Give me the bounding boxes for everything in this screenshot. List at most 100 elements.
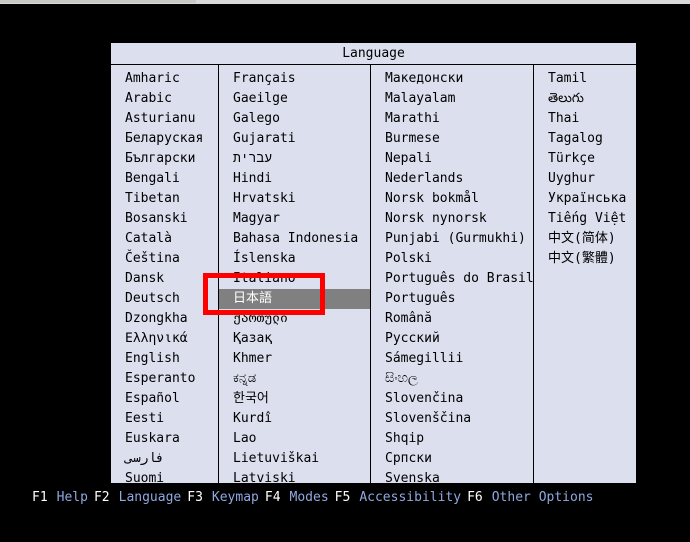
language-item[interactable]: Latviski: [219, 469, 370, 483]
language-item[interactable]: Suomi: [111, 469, 218, 483]
language-item[interactable]: Ελληνικά: [111, 329, 218, 349]
language-column-3[interactable]: Македонски Malayalam Marathi Burmese Nepali N…: [370, 65, 533, 483]
function-key-f6[interactable]: F6 Other Options: [467, 488, 593, 508]
language-item[interactable]: Tiếng Việt: [534, 209, 636, 229]
language-item[interactable]: 中文(简体): [534, 229, 636, 249]
language-item[interactable]: Norsk bokmål: [371, 189, 533, 209]
language-item[interactable]: Português: [371, 289, 533, 309]
function-key-f2[interactable]: F2 Language: [94, 488, 181, 508]
language-item[interactable]: Tibetan: [111, 189, 218, 209]
function-key-name: F1: [32, 490, 48, 505]
language-item[interactable]: Norsk nynorsk: [371, 209, 533, 229]
language-item[interactable]: Dansk: [111, 269, 218, 289]
language-item[interactable]: Nederlands: [371, 169, 533, 189]
language-item[interactable]: Polski: [371, 249, 533, 269]
function-key-label: Modes: [289, 490, 329, 505]
language-item[interactable]: English: [111, 349, 218, 369]
language-item[interactable]: Deutsch: [111, 289, 218, 309]
language-item[interactable]: Español: [111, 389, 218, 409]
function-key-f5[interactable]: F5 Accessibility: [335, 488, 461, 508]
function-key-name: F6: [467, 490, 483, 505]
function-key-label: Language: [118, 490, 182, 505]
function-key-f1[interactable]: F1 Help: [32, 488, 88, 508]
function-key-name: F3: [187, 490, 203, 505]
language-selection-dialog: Language Amharic Arabic Asturianu Беларуска…: [110, 42, 637, 484]
function-key-f3[interactable]: F3 Keymap: [187, 488, 259, 508]
language-item[interactable]: Khmer: [219, 349, 370, 369]
language-item[interactable]: Қазақ: [219, 329, 370, 349]
function-key-f4[interactable]: F4 Modes: [265, 488, 329, 508]
language-item[interactable]: Беларуская: [111, 129, 218, 149]
language-item[interactable]: Burmese: [371, 129, 533, 149]
language-item[interactable]: Uyghur: [534, 169, 636, 189]
language-columns: Amharic Arabic Asturianu Беларуская Българск…: [111, 65, 636, 483]
top-screen-edge-strip-left: [0, 0, 196, 3]
language-item[interactable]: Македонски: [371, 69, 533, 89]
boot-menu-screen: Language Amharic Arabic Asturianu Беларуска…: [0, 4, 690, 542]
language-item[interactable]: ಕನ್ನಡ: [219, 369, 370, 389]
language-item[interactable]: Gujarati: [219, 129, 370, 149]
language-item[interactable]: Tagalog: [534, 129, 636, 149]
language-item[interactable]: Hindi: [219, 169, 370, 189]
language-item[interactable]: Shqip: [371, 429, 533, 449]
language-item[interactable]: Hrvatski: [219, 189, 370, 209]
function-key-bar: F1 Help F2 Language F3 Keymap F4 Modes F5 Accessi…: [0, 488, 690, 508]
language-item[interactable]: Türkçe: [534, 149, 636, 169]
function-key-name: F2: [93, 490, 110, 505]
language-item[interactable]: Русский: [371, 329, 533, 349]
language-item[interactable]: Lietuviškai: [219, 449, 370, 469]
language-item[interactable]: Slovenčina: [371, 389, 533, 409]
language-item[interactable]: ქართული: [219, 309, 370, 329]
language-item[interactable]: Gaeilge: [219, 89, 370, 109]
language-item[interactable]: Kurdî: [219, 409, 370, 429]
language-column-2[interactable]: Français Gaeilge Galego Gujarati עברית Hindi H…: [218, 65, 370, 483]
language-item[interactable]: Italiano: [219, 269, 370, 289]
language-item[interactable]: Thai: [534, 109, 636, 129]
language-item[interactable]: Українська: [534, 189, 636, 209]
language-item[interactable]: Slovenščina: [371, 409, 533, 429]
language-item[interactable]: Bosanski: [111, 209, 218, 229]
language-item[interactable]: Svenska: [371, 469, 533, 483]
language-item[interactable]: Bengali: [111, 169, 218, 189]
language-item[interactable]: Nepali: [371, 149, 533, 169]
language-item[interactable]: Malayalam: [371, 89, 533, 109]
language-item[interactable]: فارسی: [111, 449, 218, 469]
language-item[interactable]: తెలుగు: [534, 89, 636, 109]
language-item[interactable]: Français: [219, 69, 370, 89]
language-item[interactable]: Bahasa Indonesia: [219, 229, 370, 249]
language-item[interactable]: עברית: [219, 149, 370, 169]
language-item[interactable]: Punjabi (Gurmukhi): [371, 229, 533, 249]
language-item[interactable]: Galego: [219, 109, 370, 129]
language-item[interactable]: Amharic: [111, 69, 218, 89]
function-key-label: Help: [56, 490, 88, 505]
language-item[interactable]: 日本語: [219, 289, 370, 309]
language-column-1[interactable]: Amharic Arabic Asturianu Беларуская Българск…: [111, 65, 218, 483]
function-key-name: F5: [334, 490, 351, 505]
function-key-label: Keymap: [211, 490, 259, 505]
language-item[interactable]: Tamil: [534, 69, 636, 89]
language-item[interactable]: Català: [111, 229, 218, 249]
language-item[interactable]: Српски: [371, 449, 533, 469]
language-item[interactable]: Eesti: [111, 409, 218, 429]
language-item[interactable]: Esperanto: [111, 369, 218, 389]
function-key-label: Accessibility: [359, 490, 462, 505]
language-item[interactable]: Marathi: [371, 109, 533, 129]
language-item[interactable]: Română: [371, 309, 533, 329]
dialog-title: Language: [111, 43, 636, 65]
language-item[interactable]: Euskara: [111, 429, 218, 449]
language-item[interactable]: Íslenska: [219, 249, 370, 269]
language-item[interactable]: Български: [111, 149, 218, 169]
function-key-name: F4: [264, 490, 281, 505]
language-item[interactable]: Arabic: [111, 89, 218, 109]
language-item[interactable]: Čeština: [111, 249, 218, 269]
language-item[interactable]: Lao: [219, 429, 370, 449]
language-item[interactable]: සිංහල: [371, 369, 533, 389]
language-item[interactable]: Sámegillii: [371, 349, 533, 369]
language-item[interactable]: Português do Brasil: [371, 269, 533, 289]
language-item[interactable]: Asturianu: [111, 109, 218, 129]
language-column-4[interactable]: Tamil తెలుగు Thai Tagalog Türkçe Uyghur Україн…: [533, 65, 636, 483]
language-item[interactable]: 中文(繁體): [534, 249, 636, 269]
language-item[interactable]: Dzongkha: [111, 309, 218, 329]
language-item[interactable]: Magyar: [219, 209, 370, 229]
language-item[interactable]: 한국어: [219, 389, 370, 409]
